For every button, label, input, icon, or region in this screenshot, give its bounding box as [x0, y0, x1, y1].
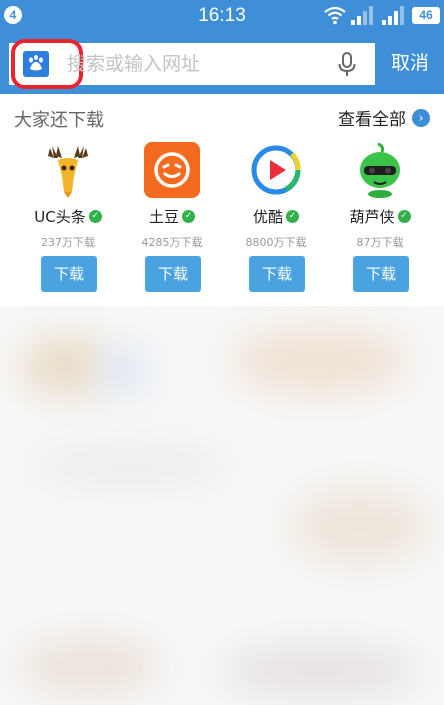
tudou-icon: [144, 142, 200, 198]
battery-icon: 46: [412, 7, 440, 24]
recommend-panel: 大家还下载 查看全部 › UC头条 ✓ 237万下载 下载 土豆 ✓ 4285万…: [0, 94, 444, 306]
view-all-label: 查看全部: [338, 110, 406, 130]
blurred-shape: [20, 636, 160, 696]
blurred-shape: [290, 486, 430, 566]
wifi-icon: [324, 6, 346, 25]
app-name: UC头条 ✓: [13, 206, 123, 227]
cancel-button[interactable]: 取消: [376, 32, 444, 94]
blurred-shape: [220, 646, 420, 696]
blurred-background: [0, 306, 444, 705]
verified-check-icon: ✓: [88, 210, 102, 223]
download-count: 8800万下载: [245, 236, 307, 249]
search-header: 取消: [0, 32, 444, 94]
signal-icon: [351, 6, 373, 25]
app-name: 葫芦侠 ✓: [325, 206, 435, 227]
view-all-link[interactable]: 查看全部 ›: [338, 105, 430, 130]
status-bar: 4 16:13 46: [0, 0, 444, 32]
download-count: 87万下载: [356, 236, 404, 249]
status-time: 16:13: [198, 5, 246, 26]
verified-check-icon: ✓: [397, 210, 411, 223]
blurred-shape: [100, 346, 150, 396]
search-box[interactable]: [9, 39, 375, 89]
verified-check-icon: ✓: [182, 210, 195, 223]
verified-check-icon: ✓: [286, 210, 299, 223]
blurred-shape: [230, 326, 410, 396]
blurred-shape: [20, 336, 110, 396]
blurred-shape: [30, 446, 230, 486]
search-input[interactable]: [67, 47, 317, 81]
app-item-youku[interactable]: 优酷 ✓ 8800万下载 下载: [221, 142, 331, 302]
huluxia-icon: [360, 142, 400, 198]
uc-headline-icon: [48, 146, 88, 198]
section-title: 大家还下载: [14, 110, 104, 131]
download-button[interactable]: 下载: [41, 256, 97, 292]
microphone-icon[interactable]: [337, 52, 357, 78]
app-name: 优酷 ✓: [221, 206, 331, 227]
app-name: 土豆 ✓: [117, 206, 227, 227]
app-item-tudou[interactable]: 土豆 ✓ 4285万下载 下载: [117, 142, 227, 302]
download-count: 237万下载: [41, 236, 95, 249]
download-button[interactable]: 下载: [353, 256, 409, 292]
app-list: UC头条 ✓ 237万下载 下载 土豆 ✓ 4285万下载 下载 优酷 ✓ 88…: [0, 142, 444, 302]
youku-icon: [251, 145, 301, 195]
chevron-right-icon: ›: [412, 108, 430, 127]
download-button[interactable]: 下载: [249, 256, 305, 292]
app-item-huluxia[interactable]: 葫芦侠 ✓ 87万下载 下载: [325, 142, 435, 302]
download-button[interactable]: 下载: [145, 256, 201, 292]
signal-icon-2: [382, 6, 404, 25]
app-item-uc[interactable]: UC头条 ✓ 237万下载 下载: [13, 142, 123, 302]
download-count: 4285万下载: [141, 236, 203, 249]
